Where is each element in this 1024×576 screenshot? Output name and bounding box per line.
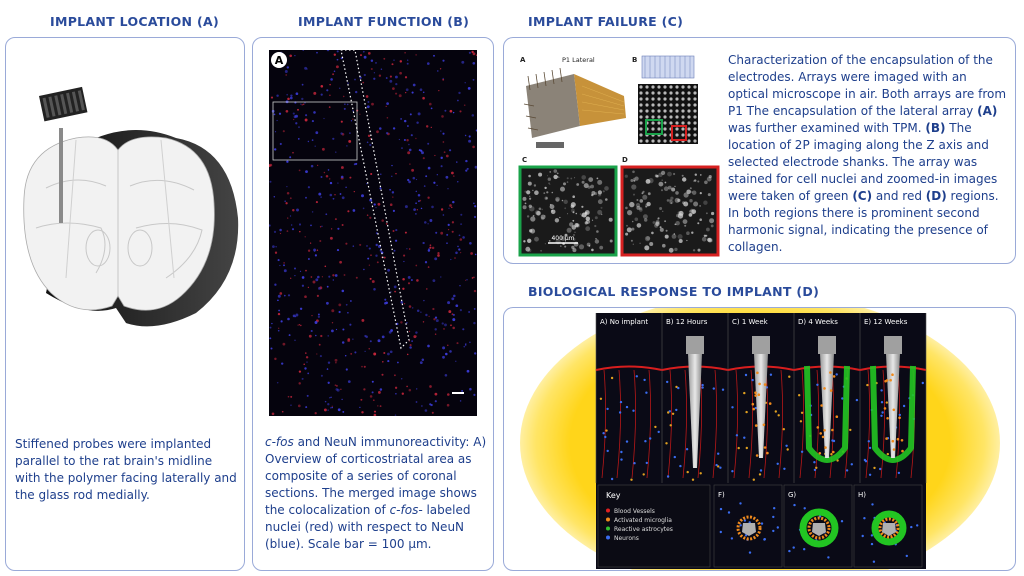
brain-illustration (23, 86, 239, 327)
probe-connector (39, 86, 88, 122)
key-item-label: Reactive astrocytes (614, 526, 673, 533)
implant-failure-caption: Characterization of the encapsulation of… (728, 53, 1007, 254)
stage-label: C) 1 Week (732, 318, 769, 326)
panel-implant-function: A c-fos and NeuN immunoreactivity: A) Ov… (252, 37, 494, 571)
fig-label-d: D (622, 156, 628, 164)
probe-rod (59, 128, 63, 223)
key-item-label: Neurons (614, 535, 639, 542)
heading-implant-failure: IMPLANT FAILURE (C) (528, 14, 684, 29)
implant-location-caption: Stiffened probes were implanted parallel… (15, 437, 237, 502)
heading-implant-function: IMPLANT FUNCTION (B) (298, 14, 470, 29)
zoom-scale-label: 400 µm (551, 235, 574, 242)
encapsulation-figure: A P1 Lateral B C 400 µm D (514, 46, 722, 258)
implant-function-caption: c-fos and NeuN immunoreactivity: A) Over… (265, 435, 487, 551)
sub-panel-label: H) (858, 491, 866, 499)
fig-title-lateral: P1 Lateral (562, 56, 595, 64)
panel-biological-response: A) No implant B) 12 Hours C) 1 Week D) 4 We… (503, 307, 1016, 571)
immunostain-micrograph: A (269, 50, 477, 416)
panel-implant-location: Stiffened probes were implanted parallel… (5, 37, 245, 571)
stage-label: D) 4 Weeks (798, 318, 838, 326)
fig-label-b: B (632, 56, 637, 64)
fig-label-c: C (522, 156, 527, 164)
biological-response-figure: A) No implant B) 12 Hours C) 1 Week D) 4 We… (520, 308, 1000, 570)
sub-panel-label: G) (788, 491, 796, 499)
stage-label: E) 12 Weeks (864, 318, 908, 326)
key-title: Key (606, 491, 621, 500)
heading-biological-response: BIOLOGICAL RESPONSE TO IMPLANT (D) (528, 284, 820, 299)
stage-label: A) No implant (600, 318, 648, 326)
scale-bar (452, 392, 464, 394)
heading-implant-location: IMPLANT LOCATION (A) (50, 14, 219, 29)
key-item-label: Activated microglia (614, 517, 672, 524)
sub-panel-label: F) (718, 491, 725, 499)
panel-implant-failure: A P1 Lateral B C 400 µm D Characterizati… (503, 37, 1016, 264)
stage-label: B) 12 Hours (666, 318, 708, 326)
fig-label-a: A (520, 56, 526, 64)
image-label: A (275, 54, 284, 67)
brain-face (23, 136, 215, 311)
key-item-label: Blood Vessels (614, 508, 655, 515)
